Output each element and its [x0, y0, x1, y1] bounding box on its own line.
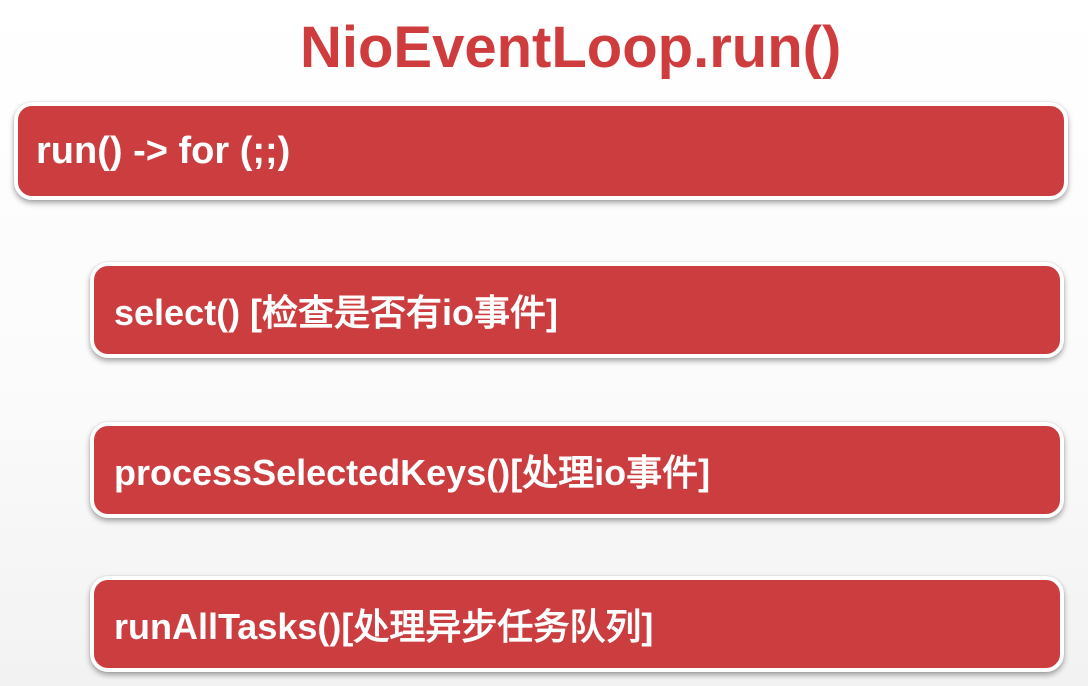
- process-selected-keys-label: processSelectedKeys()[处理io事件]: [114, 452, 711, 493]
- select-step-label: select() [检查是否有io事件]: [114, 292, 559, 333]
- select-step-box: select() [检查是否有io事件]: [90, 262, 1064, 358]
- slide-title: NioEventLoop.run(): [300, 15, 842, 80]
- run-all-tasks-label: runAllTasks()[处理异步任务队列]: [114, 606, 654, 647]
- slide: NioEventLoop.run() run() -> for (;;) sel…: [0, 0, 1088, 686]
- run-loop-label: run() -> for (;;): [36, 129, 291, 172]
- run-all-tasks-box: runAllTasks()[处理异步任务队列]: [90, 576, 1064, 672]
- process-selected-keys-box: processSelectedKeys()[处理io事件]: [90, 422, 1064, 518]
- run-loop-box: run() -> for (;;): [14, 102, 1068, 200]
